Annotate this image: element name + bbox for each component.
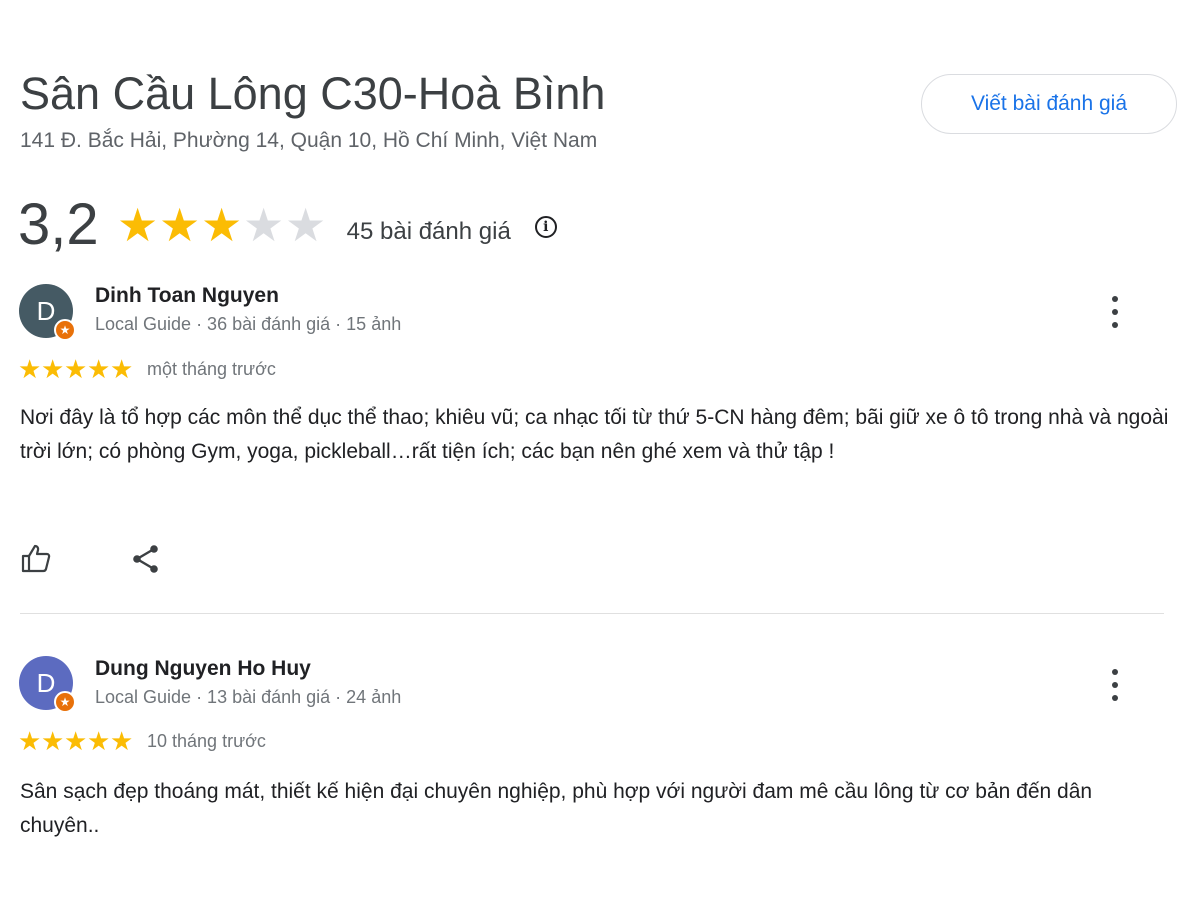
average-rating: 3,2 bbox=[18, 192, 99, 257]
avatar[interactable]: D ★ bbox=[19, 284, 76, 341]
review-time: một tháng trước bbox=[147, 358, 276, 379]
share-icon[interactable] bbox=[130, 543, 162, 575]
avatar-letter: D bbox=[36, 668, 56, 698]
place-title: Sân Cầu Lông C30-Hoà Bình bbox=[20, 68, 606, 119]
write-review-button[interactable]: Viết bài đánh giá bbox=[921, 74, 1177, 134]
star-filled-icon: ★ bbox=[110, 354, 134, 384]
star-filled-icon: ★ bbox=[110, 726, 134, 756]
review-text: Nơi đây là tổ hợp các môn thể dục thể th… bbox=[20, 406, 1169, 463]
star-empty-icon: ★ bbox=[243, 199, 285, 251]
reviews-page: Sân Cầu Lông C30-Hoà Bình 141 Đ. Bắc Hải… bbox=[0, 0, 1200, 900]
reviews-list[interactable]: D ★ Dinh Toan Nguyen Local Guide · 36 bà… bbox=[0, 284, 1200, 900]
review-stars: ★ ★ ★ ★ ★ bbox=[18, 728, 133, 754]
more-dot bbox=[1112, 322, 1118, 328]
more-dot bbox=[1112, 695, 1118, 701]
star-filled-icon: ★ bbox=[18, 354, 42, 384]
star-empty-icon: ★ bbox=[285, 199, 327, 251]
reviewer-name[interactable]: Dinh Toan Nguyen bbox=[95, 284, 279, 308]
star-filled-icon: ★ bbox=[41, 726, 65, 756]
reviewer-name[interactable]: Dung Nguyen Ho Huy bbox=[95, 657, 311, 681]
more-dot bbox=[1112, 309, 1118, 315]
local-guide-badge-icon: ★ bbox=[54, 319, 76, 341]
star-filled-icon: ★ bbox=[41, 354, 65, 384]
reviewer-meta[interactable]: Local Guide · 13 bài đánh giá · 24 ảnh bbox=[95, 686, 401, 708]
info-icon[interactable]: i bbox=[534, 216, 557, 238]
review-stars: ★ ★ ★ ★ ★ bbox=[18, 356, 133, 382]
review-rating: ★ ★ ★ ★ ★ một tháng trước bbox=[18, 356, 276, 382]
star-filled-icon: ★ bbox=[159, 199, 201, 251]
more-dot bbox=[1112, 669, 1118, 675]
review-count: 45 bài đánh giá bbox=[346, 218, 511, 245]
avatar-letter: D bbox=[36, 296, 56, 326]
reviewer-meta[interactable]: Local Guide · 36 bài đánh giá · 15 ảnh bbox=[95, 313, 401, 335]
local-guide-badge-icon: ★ bbox=[54, 691, 76, 713]
more-options-button[interactable] bbox=[1102, 665, 1128, 705]
review-time: 10 tháng trước bbox=[147, 730, 266, 751]
review-divider bbox=[20, 613, 1164, 614]
average-rating-stars: ★ ★ ★ ★ ★ bbox=[117, 202, 327, 248]
star-filled-icon: ★ bbox=[18, 726, 42, 756]
more-dot bbox=[1112, 296, 1118, 302]
review-text: Sân sạch đẹp thoáng mát, thiết kế hiện đ… bbox=[20, 780, 1093, 837]
like-icon[interactable] bbox=[20, 542, 52, 574]
star-filled-icon: ★ bbox=[87, 726, 111, 756]
star-filled-icon: ★ bbox=[64, 354, 88, 384]
star-filled-icon: ★ bbox=[201, 199, 243, 251]
more-options-button[interactable] bbox=[1102, 292, 1128, 332]
place-address: 141 Đ. Bắc Hải, Phường 14, Quận 10, Hồ C… bbox=[20, 129, 598, 152]
review-rating: ★ ★ ★ ★ ★ 10 tháng trước bbox=[18, 728, 266, 754]
star-filled-icon: ★ bbox=[64, 726, 88, 756]
star-filled-icon: ★ bbox=[117, 199, 159, 251]
star-filled-icon: ★ bbox=[87, 354, 111, 384]
more-dot bbox=[1112, 682, 1118, 688]
rating-summary: 3,2 ★ ★ ★ ★ ★ 45 bài đánh giá i bbox=[18, 190, 557, 260]
avatar[interactable]: D ★ bbox=[19, 656, 76, 713]
